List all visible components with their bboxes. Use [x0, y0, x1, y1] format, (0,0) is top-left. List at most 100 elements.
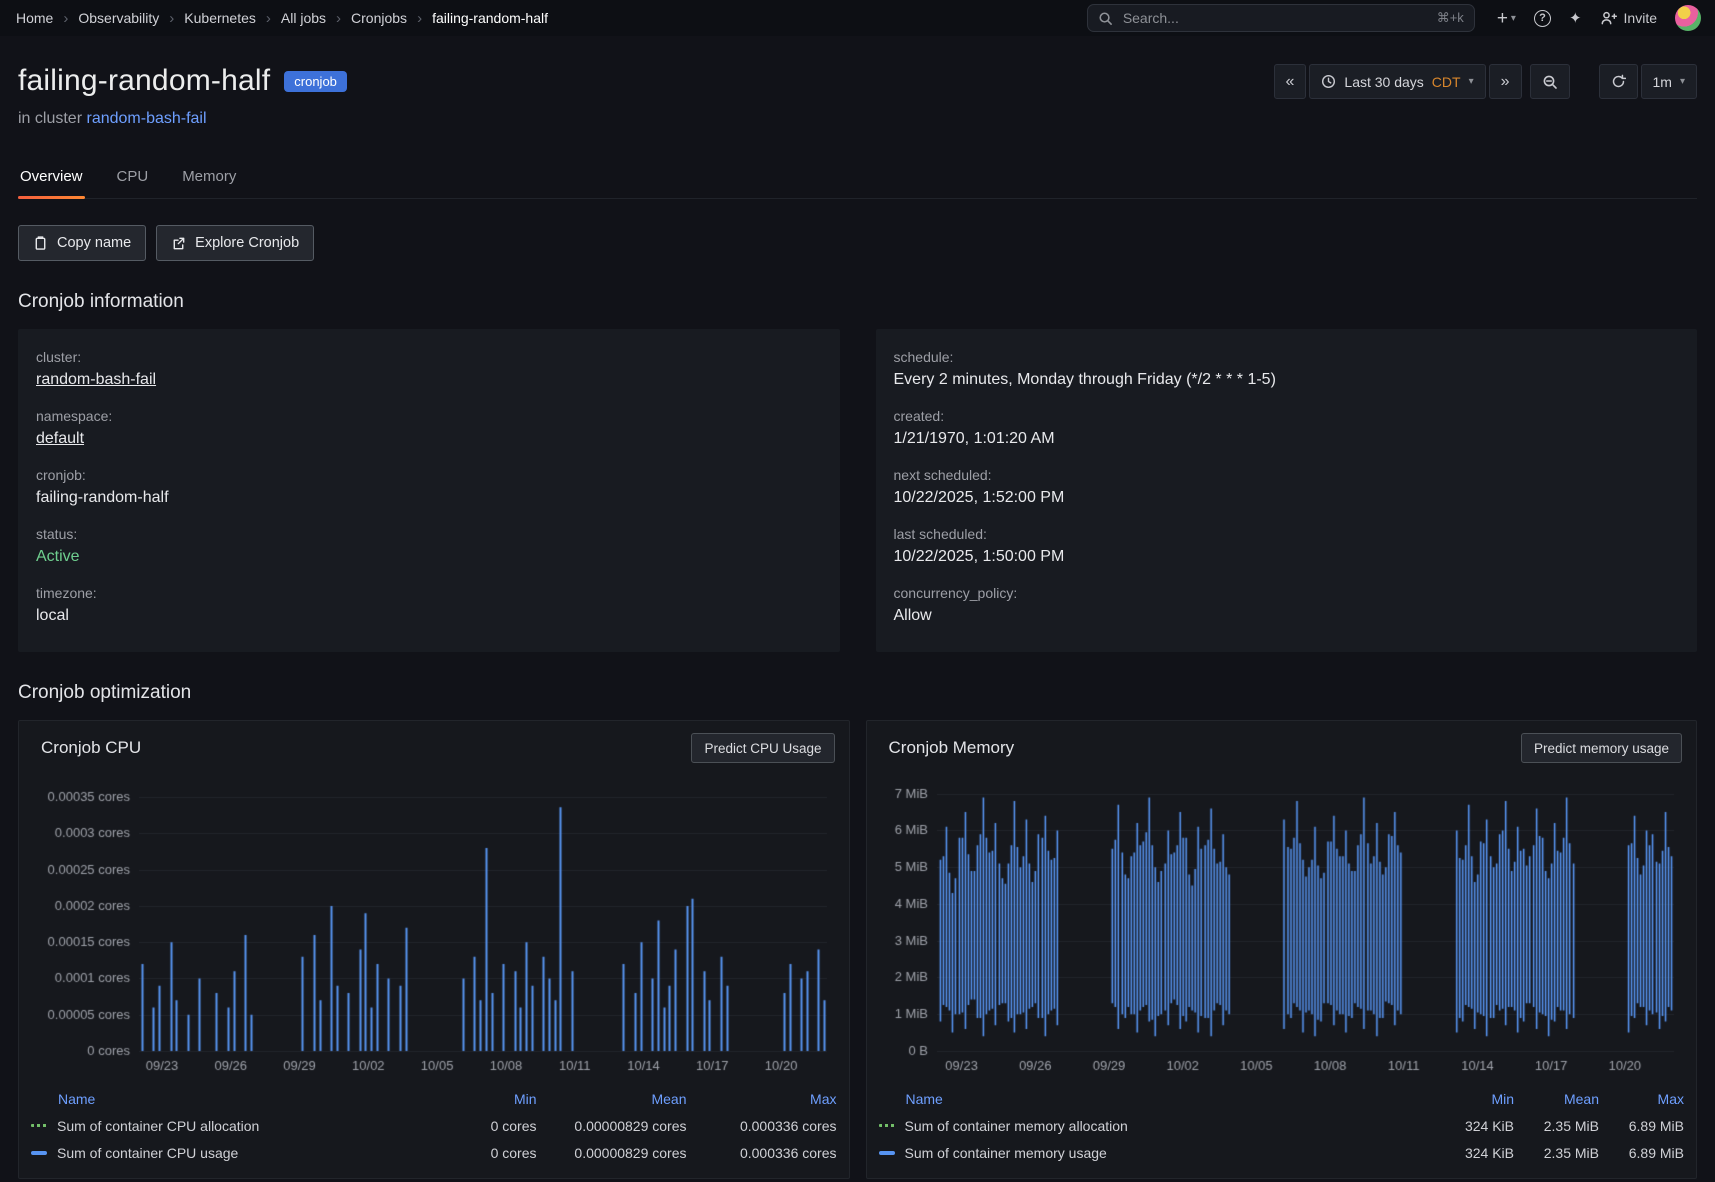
page-title: failing-random-half [18, 64, 270, 98]
predict-memory-usage-button[interactable]: Predict memory usage [1521, 733, 1682, 763]
field-label: created: [894, 408, 1680, 424]
tab-bar: Overview CPU Memory [18, 158, 1697, 199]
title-block: failing-random-half cronjob in cluster r… [18, 64, 347, 128]
breadcrumb-separator-icon: › [258, 10, 279, 27]
chevron-down-icon: ▾ [1511, 13, 1516, 24]
cronjob-optimization-panels: Cronjob CPU Predict CPU Usage Name Min M… [18, 720, 1697, 1179]
legend-header-mean[interactable]: Mean [537, 1091, 687, 1107]
ai-assistant-button[interactable]: ✦ [1569, 9, 1582, 27]
concurrency-policy-value: Allow [894, 607, 1680, 625]
refresh-button[interactable] [1599, 64, 1638, 99]
field-label: concurrency_policy: [894, 585, 1680, 601]
field-schedule: schedule: Every 2 minutes, Monday throug… [894, 349, 1680, 389]
field-timezone: timezone: local [36, 585, 822, 625]
series-min-value: 324 KiB [1414, 1145, 1514, 1161]
breadcrumb-kubernetes[interactable]: Kubernetes [182, 6, 258, 30]
nav-icon-group: + ▾ ? ✦ Invite [1497, 5, 1701, 31]
question-icon: ? [1534, 10, 1551, 27]
invite-label: Invite [1624, 10, 1657, 26]
time-controls: « Last 30 days CDT ▾ » [1274, 64, 1698, 99]
series-mean-value: 0.00000829 cores [537, 1118, 687, 1134]
subtitle-prefix: in cluster [18, 110, 82, 127]
series-name[interactable]: Sum of container memory usage [905, 1145, 1415, 1161]
legend-row-cpu-allocation: Sum of container CPU allocation 0 cores … [31, 1112, 837, 1139]
predict-cpu-usage-button[interactable]: Predict CPU Usage [691, 733, 834, 763]
chevrons-left-icon: « [1286, 73, 1295, 91]
time-shift-forward-button[interactable]: » [1489, 64, 1522, 99]
cpu-legend: Name Min Mean Max Sum of container CPU a… [31, 1085, 837, 1166]
chevrons-right-icon: » [1501, 73, 1510, 91]
field-next-scheduled: next scheduled: 10/22/2025, 1:52:00 PM [894, 467, 1680, 507]
help-button[interactable]: ? [1534, 10, 1551, 27]
action-buttons: Copy name Explore Cronjob [18, 225, 1697, 261]
breadcrumb-all-jobs[interactable]: All jobs [279, 6, 328, 30]
tab-overview[interactable]: Overview [18, 158, 85, 198]
cluster-value-link[interactable]: random-bash-fail [36, 371, 822, 389]
cronjob-information-panels: cluster: random-bash-fail namespace: def… [18, 329, 1697, 652]
sparkle-icon: ✦ [1569, 9, 1582, 27]
timezone-value: local [36, 607, 822, 625]
tab-memory[interactable]: Memory [180, 158, 238, 198]
series-name[interactable]: Sum of container CPU usage [57, 1145, 447, 1161]
breadcrumb-home[interactable]: Home [14, 6, 55, 30]
memory-usage-chart[interactable] [879, 767, 1685, 1079]
legend-header-max[interactable]: Max [687, 1091, 837, 1107]
legend-header-min[interactable]: Min [447, 1091, 537, 1107]
add-new-button[interactable]: + ▾ [1497, 9, 1516, 28]
legend-header-name[interactable]: Name [31, 1091, 447, 1107]
breadcrumb-separator-icon: › [328, 10, 349, 27]
breadcrumb-current-page[interactable]: failing-random-half [430, 6, 550, 30]
legend-header-name[interactable]: Name [879, 1091, 1415, 1107]
breadcrumb-cronjobs[interactable]: Cronjobs [349, 6, 409, 30]
time-shift-back-button[interactable]: « [1274, 64, 1307, 99]
refresh-interval-label: 1m [1653, 74, 1672, 90]
plus-icon: + [1497, 9, 1508, 28]
breadcrumb-separator-icon: › [55, 10, 76, 27]
schedule-value: Every 2 minutes, Monday through Friday (… [894, 371, 1680, 389]
copy-name-label: Copy name [57, 235, 131, 251]
field-label: cluster: [36, 349, 822, 365]
series-min-value: 324 KiB [1414, 1118, 1514, 1134]
search-input[interactable] [1121, 9, 1429, 27]
legend-header-max[interactable]: Max [1599, 1091, 1684, 1107]
series-name[interactable]: Sum of container CPU allocation [57, 1118, 447, 1134]
cronjob-info-left-panel: cluster: random-bash-fail namespace: def… [18, 329, 840, 652]
series-max-value: 0.000336 cores [687, 1118, 837, 1134]
series-max-value: 6.89 MiB [1599, 1118, 1684, 1134]
explore-cronjob-button[interactable]: Explore Cronjob [156, 225, 314, 261]
avatar[interactable] [1675, 5, 1701, 31]
search-box[interactable]: ⌘+k [1087, 4, 1475, 32]
field-created: created: 1/21/1970, 1:01:20 AM [894, 408, 1680, 448]
series-dashed-line-icon [31, 1124, 47, 1127]
memory-chart-title: Cronjob Memory [889, 738, 1015, 758]
tab-cpu[interactable]: CPU [115, 158, 151, 198]
breadcrumb-separator-icon: › [409, 10, 430, 27]
series-solid-line-icon [879, 1151, 895, 1155]
page-header: failing-random-half cronjob in cluster r… [18, 64, 1697, 128]
breadcrumb-observability[interactable]: Observability [76, 6, 161, 30]
cpu-chart-title: Cronjob CPU [41, 738, 141, 758]
series-name[interactable]: Sum of container memory allocation [905, 1118, 1415, 1134]
section-title-cronjob-information: Cronjob information [18, 291, 1697, 313]
field-label: last scheduled: [894, 526, 1680, 542]
breadcrumb: Home › Observability › Kubernetes › All … [14, 6, 550, 30]
legend-header-mean[interactable]: Mean [1514, 1091, 1599, 1107]
chevron-down-icon: ▾ [1469, 76, 1474, 87]
cluster-link[interactable]: random-bash-fail [86, 110, 206, 127]
refresh-interval-picker[interactable]: 1m ▾ [1641, 64, 1697, 99]
zoom-out-button[interactable] [1530, 64, 1570, 99]
field-label: timezone: [36, 585, 822, 601]
legend-header-min[interactable]: Min [1414, 1091, 1514, 1107]
copy-name-button[interactable]: Copy name [18, 225, 146, 261]
explore-cronjob-label: Explore Cronjob [195, 235, 299, 251]
namespace-value-link[interactable]: default [36, 430, 822, 448]
cpu-usage-chart[interactable] [31, 767, 837, 1079]
invite-button[interactable]: Invite [1600, 10, 1657, 26]
status-badge: Active [36, 548, 822, 566]
breadcrumb-separator-icon: › [161, 10, 182, 27]
series-mean-value: 0.00000829 cores [537, 1145, 687, 1161]
person-plus-icon [1600, 10, 1617, 26]
time-range-picker[interactable]: Last 30 days CDT ▾ [1309, 64, 1485, 99]
series-min-value: 0 cores [447, 1145, 537, 1161]
field-namespace: namespace: default [36, 408, 822, 448]
